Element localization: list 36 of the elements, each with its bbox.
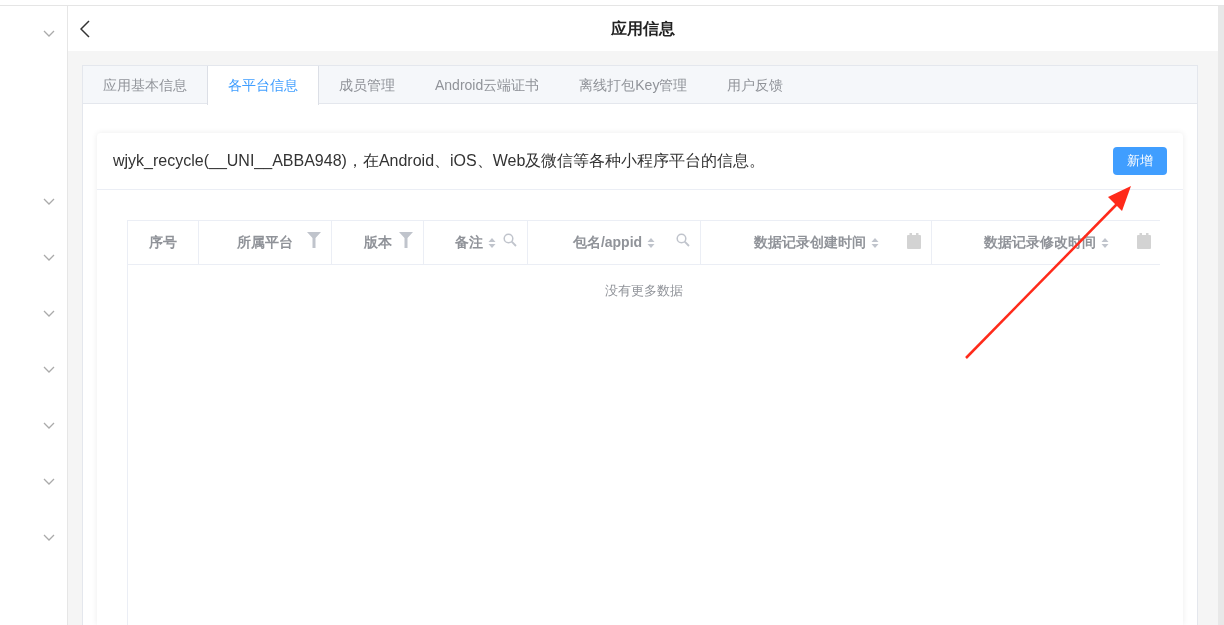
chevron-down-icon[interactable] [43,310,55,317]
column-header: 版本 [363,233,392,252]
column-header: 包名/appid [572,233,643,252]
chevron-down-icon[interactable] [43,534,55,541]
filter-icon[interactable] [307,232,321,248]
chevron-down-icon[interactable] [43,422,55,429]
search-icon[interactable] [503,233,517,247]
sort-icon[interactable] [870,236,879,249]
tab[interactable]: 用户反馈 [707,66,804,104]
empty-message: 没有更多数据 [605,282,683,300]
chevron-down-icon[interactable] [43,478,55,485]
column-header: 序号 [149,233,177,252]
tab[interactable]: 成员管理 [319,66,415,104]
tab[interactable]: 各平台信息 [207,66,319,105]
column-header: 数据记录创建时间 [753,233,866,252]
tab[interactable]: Android云端证书 [415,66,560,104]
filter-icon[interactable] [399,232,413,248]
back-icon [80,19,90,38]
chevron-down-icon[interactable] [43,366,55,373]
sort-icon[interactable] [1101,236,1109,249]
back-button[interactable] [80,17,92,40]
chevron-down-icon[interactable] [43,198,55,205]
column-header: 所属平台 [237,233,293,252]
sort-icon[interactable] [488,236,496,249]
tab[interactable]: 离线打包Key管理 [559,66,708,104]
platform-description: wjyk_recycle(__UNI__ABBA948)，在Android、iOS、Web及微信等各种小程序平台的信息。 [113,151,766,172]
page-title: 应用信息 [611,18,675,39]
chevron-down-icon[interactable] [43,30,55,37]
add-button[interactable]: 新增 [1113,147,1167,175]
chevron-down-icon[interactable] [43,254,55,261]
search-icon[interactable] [676,233,690,247]
calendar-icon[interactable] [907,233,921,249]
column-header: 备注 [455,233,483,252]
sort-icon[interactable] [647,236,656,249]
calendar-icon[interactable] [1137,233,1151,249]
tab[interactable]: 应用基本信息 [83,66,207,104]
